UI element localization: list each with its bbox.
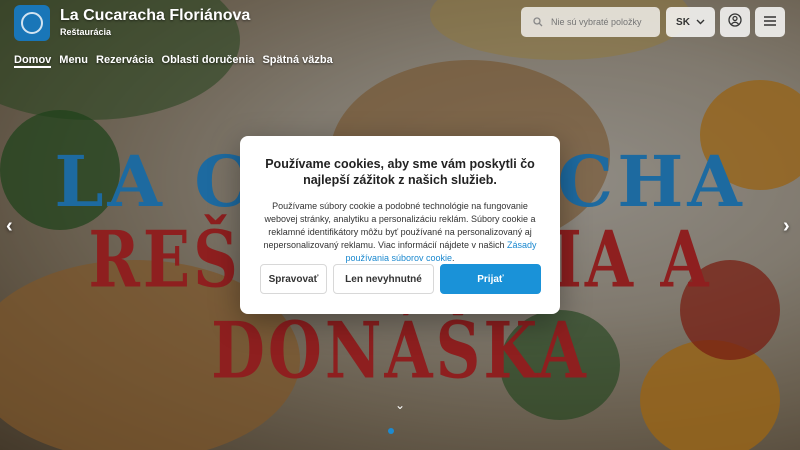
search-input[interactable] — [549, 16, 663, 28]
cookie-body-text: Používame súbory cookie a podobné techno… — [263, 201, 536, 250]
chevron-down-icon — [696, 17, 705, 28]
main-nav: Domov Menu Rezervácia Oblasti doručenia … — [14, 54, 333, 68]
cookie-body-end: . — [452, 253, 455, 263]
hamburger-icon — [764, 13, 776, 31]
search-icon — [533, 17, 543, 27]
nav-item-delivery-areas[interactable]: Oblasti doručenia — [162, 54, 255, 68]
cookie-buttons: Spravovať Len nevyhnutné Prijať — [260, 264, 541, 294]
language-selector[interactable]: SK — [666, 7, 715, 37]
language-label: SK — [676, 16, 690, 28]
carousel-dot[interactable] — [388, 428, 394, 434]
site-header: La Cucaracha Floriánova Reštaurácia Domo… — [0, 0, 800, 80]
nav-item-menu[interactable]: Menu — [59, 54, 88, 68]
nav-item-home[interactable]: Domov — [14, 54, 52, 68]
carousel-next-arrow-icon[interactable]: › — [783, 215, 790, 238]
carousel-dots — [388, 428, 394, 434]
restaurant-name[interactable]: La Cucaracha Floriánova — [60, 7, 250, 25]
nav-item-feedback[interactable]: Spätná väzba — [262, 54, 332, 68]
accept-cookies-button[interactable]: Prijať — [440, 264, 541, 294]
necessary-only-button[interactable]: Len nevyhnutné — [333, 264, 434, 294]
scroll-down-icon[interactable]: ⌄ — [395, 398, 405, 412]
restaurant-type: Reštaurácia — [60, 27, 112, 37]
cookie-body: Používame súbory cookie a podobné techno… — [260, 200, 540, 265]
cookie-consent-dialog: Používame cookies, aby sme vám poskytli … — [240, 136, 560, 314]
logo-icon — [21, 12, 43, 34]
carousel-prev-arrow-icon[interactable]: ‹ — [6, 215, 13, 238]
nav-item-reservation[interactable]: Rezervácia — [96, 54, 154, 68]
menu-button[interactable] — [755, 7, 785, 37]
search-box[interactable] — [521, 7, 663, 37]
account-button[interactable] — [720, 7, 750, 37]
manage-cookies-button[interactable]: Spravovať — [260, 264, 327, 294]
logo[interactable] — [14, 5, 50, 41]
cookie-title: Používame cookies, aby sme vám poskytli … — [265, 157, 535, 187]
user-icon — [728, 12, 742, 32]
